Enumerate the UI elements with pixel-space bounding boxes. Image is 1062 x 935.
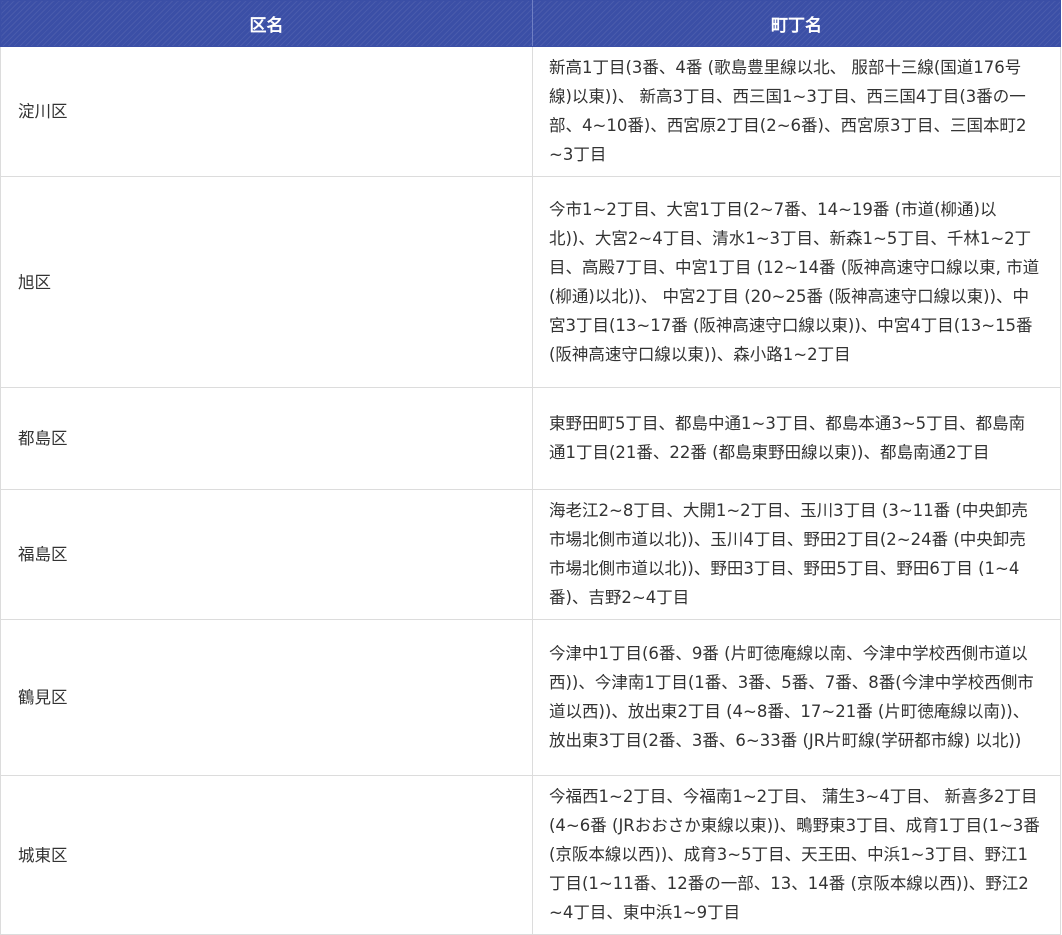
table-header: 区名 町丁名: [0, 0, 1061, 47]
table-row: 福島区 海老江2~8丁目、大開1~2丁目、玉川3丁目 (3~11番 (中央卸売市…: [0, 489, 1061, 620]
ward-name-cell: 鶴見区: [0, 619, 533, 776]
table-row: 城東区 今福西1~2丁目、今福南1~2丁目、 蒲生3~4丁目、 新喜多2丁目 (…: [0, 775, 1061, 935]
ward-town-table: 区名 町丁名 淀川区 新高1丁目(3番、4番 (歌島豊里線以北、 服部十三線(国…: [0, 0, 1061, 935]
town-list-cell: 海老江2~8丁目、大開1~2丁目、玉川3丁目 (3~11番 (中央卸売市場北側市…: [532, 489, 1061, 620]
table-row: 都島区 東野田町5丁目、都島中通1~3丁目、都島本通3~5丁目、都島南通1丁目(…: [0, 387, 1061, 490]
town-list-cell: 今市1~2丁目、大宮1丁目(2~7番、14~19番 (市道(柳通)以北))、大宮…: [532, 176, 1061, 388]
ward-name-cell: 城東区: [0, 775, 533, 935]
ward-name-cell: 都島区: [0, 387, 533, 490]
ward-name-cell: 淀川区: [0, 46, 533, 177]
ward-column-header: 区名: [0, 0, 533, 47]
town-list-cell: 今津中1丁目(6番、9番 (片町徳庵線以南、今津中学校西側市道以西))、今津南1…: [532, 619, 1061, 776]
table-row: 淀川区 新高1丁目(3番、4番 (歌島豊里線以北、 服部十三線(国道176号線)…: [0, 46, 1061, 177]
ward-name-cell: 福島区: [0, 489, 533, 620]
towns-column-header: 町丁名: [532, 0, 1061, 47]
town-list-cell: 今福西1~2丁目、今福南1~2丁目、 蒲生3~4丁目、 新喜多2丁目 (4~6番…: [532, 775, 1061, 935]
header-row: 区名 町丁名: [0, 0, 1061, 47]
ward-name-cell: 旭区: [0, 176, 533, 388]
table-row: 旭区 今市1~2丁目、大宮1丁目(2~7番、14~19番 (市道(柳通)以北))…: [0, 176, 1061, 388]
town-list-cell: 東野田町5丁目、都島中通1~3丁目、都島本通3~5丁目、都島南通1丁目(21番、…: [532, 387, 1061, 490]
town-list-cell: 新高1丁目(3番、4番 (歌島豊里線以北、 服部十三線(国道176号線)以東))…: [532, 46, 1061, 177]
table-row: 鶴見区 今津中1丁目(6番、9番 (片町徳庵線以南、今津中学校西側市道以西))、…: [0, 619, 1061, 776]
table-body: 淀川区 新高1丁目(3番、4番 (歌島豊里線以北、 服部十三線(国道176号線)…: [0, 46, 1061, 935]
